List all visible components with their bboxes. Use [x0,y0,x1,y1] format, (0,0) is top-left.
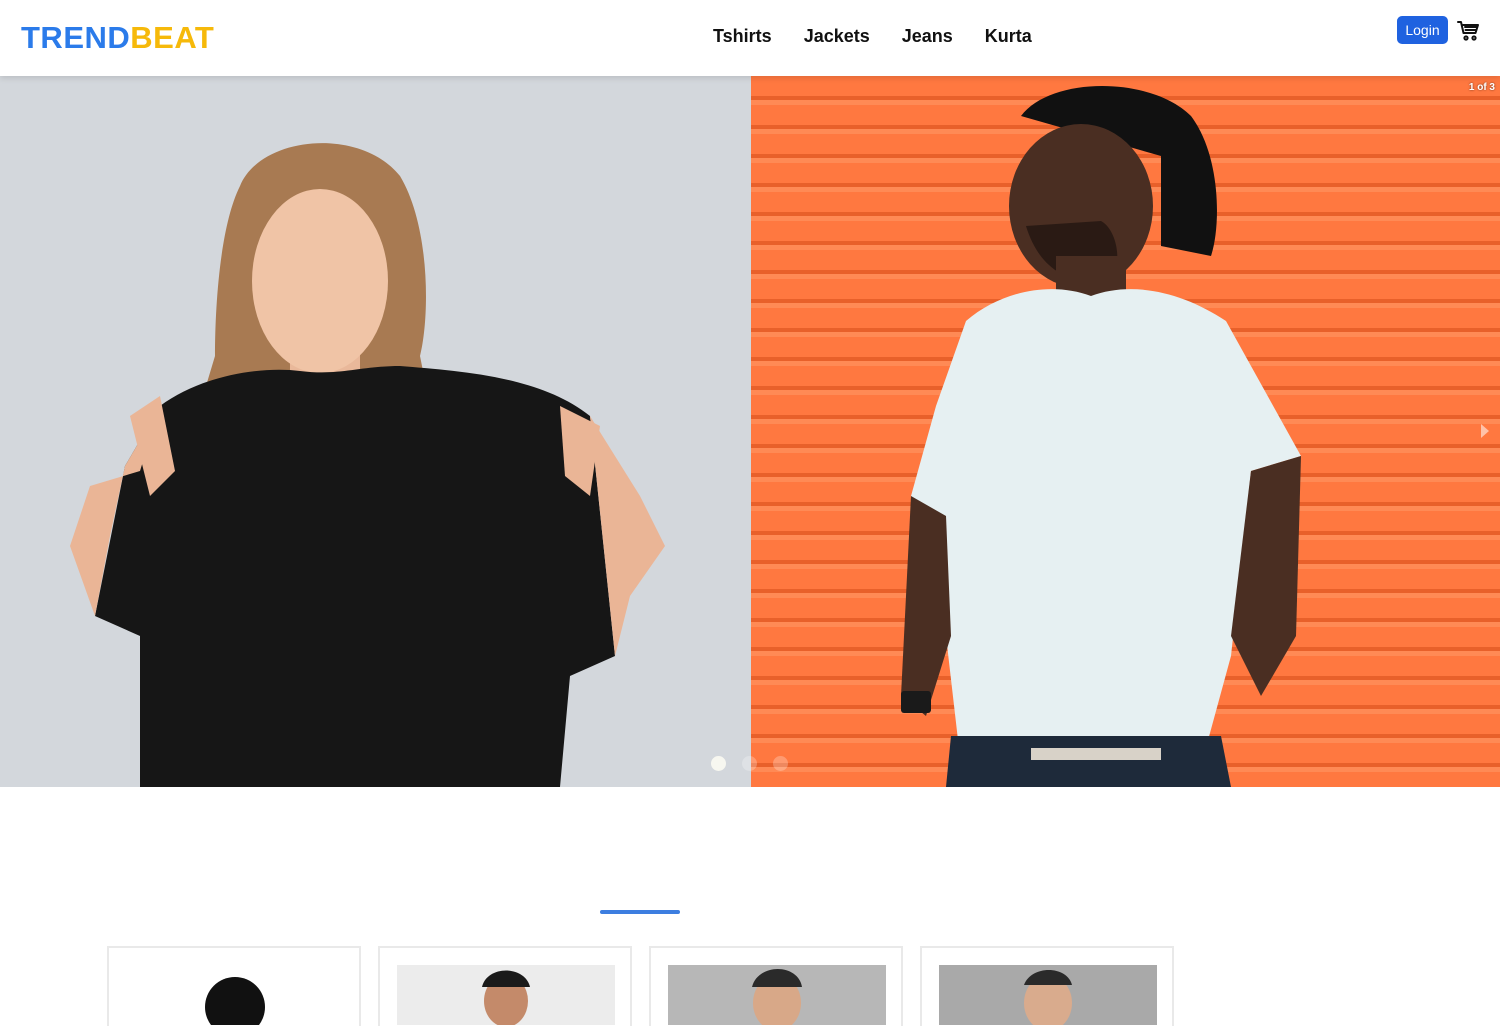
product-image [668,965,886,1030]
nav-link-jeans[interactable]: Jeans [902,26,953,47]
carousel-dot-3[interactable] [773,756,788,771]
cart-icon[interactable] [1457,19,1481,43]
carousel-indicators [711,756,788,771]
product-card[interactable] [378,946,632,1027]
brand-logo-part1: TREND [21,20,131,55]
site-header: TRENDBEAT Tshirts Jackets Jeans Kurta Lo… [0,0,1500,76]
main-nav: Tshirts Jackets Jeans Kurta [713,26,1032,47]
slide-image-woman-black-tshirt [0,76,751,787]
woman-figure [70,143,665,787]
product-card[interactable] [107,946,361,1030]
brand-logo[interactable]: TRENDBEAT [21,20,214,56]
slide-image-man-white-tshirt: 1 of 3 [751,76,1500,787]
man-figure [901,86,1301,787]
product-card-list [107,946,1174,1030]
product-image [126,965,344,1030]
product-card[interactable] [920,946,1174,1030]
nav-link-kurta[interactable]: Kurta [985,26,1032,47]
hero-carousel: 1 of 3 [0,76,1500,787]
nav-link-jackets[interactable]: Jackets [804,26,870,47]
product-image [939,965,1157,1030]
brand-logo-part2: BEAT [130,20,215,55]
product-card[interactable] [649,946,903,1030]
product-image [397,965,615,1027]
slide-counter: 1 of 3 [1468,82,1495,93]
nav-link-tshirts[interactable]: Tshirts [713,26,772,47]
next-slide-icon[interactable] [1481,424,1489,438]
carousel-dot-1[interactable] [711,756,726,771]
section-divider [600,910,680,914]
carousel-dot-2[interactable] [742,756,757,771]
login-button[interactable]: Login [1397,16,1448,44]
